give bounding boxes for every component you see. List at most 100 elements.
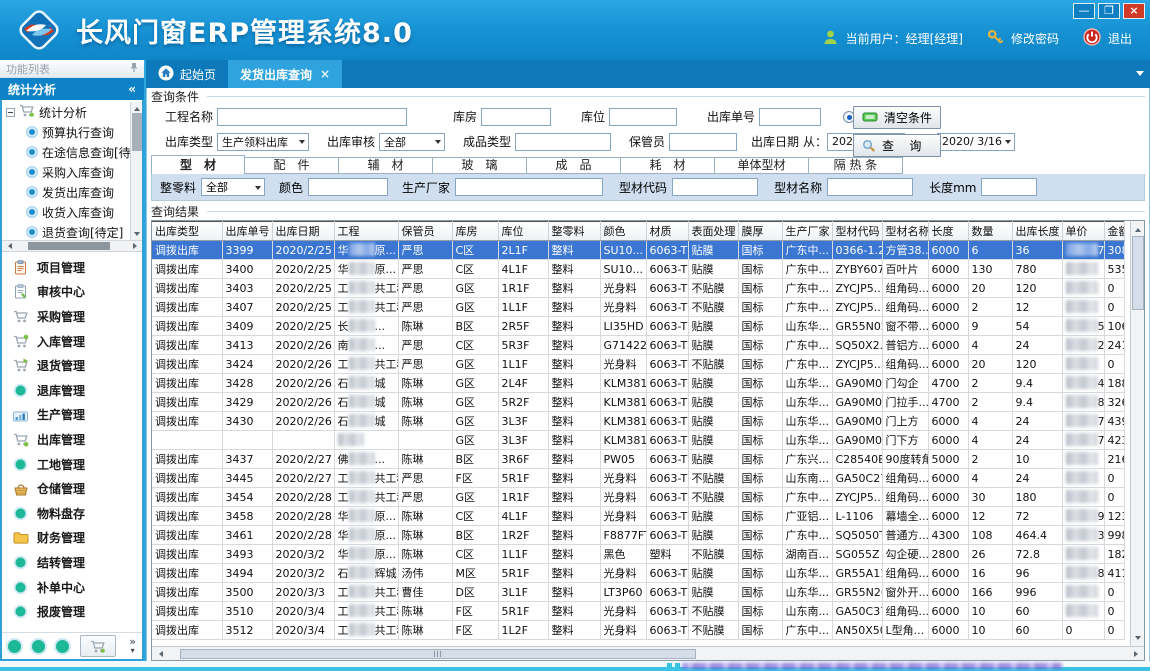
sidebar-item-warehouse-mgmt[interactable]: 仓储管理 — [2, 476, 142, 501]
tab-close-icon[interactable]: × — [320, 67, 330, 81]
material-tab-1[interactable]: 配 件 — [245, 157, 339, 174]
product-type-input[interactable] — [515, 133, 611, 151]
table-row[interactable]: 调拨出库34072020/2/25工共工程严思G区1L1F整料光身料6063-T… — [152, 298, 1124, 317]
logout-link[interactable]: 退出 — [1108, 30, 1132, 47]
tab-shipment-outbound-query[interactable]: 发货出库查询 × — [228, 60, 342, 88]
column-header-15[interactable]: 长度 — [928, 222, 968, 241]
column-header-2[interactable]: 出库日期 — [272, 222, 334, 241]
table-row[interactable]: 调拨出库34372020/2/27佛...陈琳B区3R6F整料PW056063-… — [152, 450, 1124, 469]
table-row[interactable]: 调拨出库34092020/2/25长...陈琳B区2R5F整料LI35HD606… — [152, 317, 1124, 336]
tree-vscroll-thumb[interactable] — [132, 113, 142, 151]
clear-conditions-button[interactable]: 清空条件 — [853, 106, 941, 129]
sidebar-item-returns-mgmt[interactable]: 退货管理 — [2, 353, 142, 378]
menu-overflow-chevron[interactable]: »▾ — [129, 638, 136, 655]
column-header-3[interactable]: 工程 — [334, 222, 398, 241]
sidebar-item-carryover-mgmt[interactable]: 结转管理 — [2, 550, 142, 575]
table-row[interactable]: 调拨出库34282020/2/26石城陈琳G区2L4F整料KLM38176063… — [152, 374, 1124, 393]
outbound-order-no-input[interactable] — [759, 108, 821, 126]
minimize-button[interactable]: — — [1073, 3, 1095, 19]
material-tab-0[interactable]: 型 材 — [151, 155, 245, 174]
column-header-13[interactable]: 型材代码 — [832, 222, 882, 241]
module-dot-icon-1[interactable] — [8, 640, 21, 653]
sidebar-item-return-store-mgmt[interactable]: 退库管理 — [2, 378, 142, 403]
color-input[interactable] — [308, 178, 388, 196]
tree-hscroll-thumb[interactable] — [28, 242, 110, 250]
sidebar-item-site-mgmt[interactable]: 工地管理 — [2, 452, 142, 477]
table-row[interactable]: 调拨出库35002020/3/3工共工程曹佳D区3L1F整料LT3P606063… — [152, 583, 1124, 602]
column-header-11[interactable]: 膜厚 — [738, 222, 782, 241]
column-header-14[interactable]: 型材名称 — [882, 222, 928, 241]
column-header-6[interactable]: 库位 — [498, 222, 548, 241]
tree-horizontal-scrollbar[interactable] — [2, 240, 142, 252]
tree-item-budget-execution-query[interactable]: 预算执行查询 — [2, 122, 142, 142]
table-row[interactable]: 调拨出库34932020/3/2华原...陈琳C区1L1F整料黑色塑料不贴膜国标… — [152, 545, 1124, 564]
material-tab-2[interactable]: 辅 材 — [339, 157, 433, 174]
column-header-17[interactable]: 出库长度 — [1012, 222, 1062, 241]
table-row[interactable]: 调拨出库34002020/2/25华原...严思C区4L1F整料SU10...6… — [152, 260, 1124, 279]
table-row[interactable]: 调拨出库34032020/2/25工共工程严思G区1R1F整料光身料6063-T… — [152, 279, 1124, 298]
column-header-10[interactable]: 表面处理 — [688, 222, 738, 241]
tree-item-in-transit-info-query[interactable]: 在途信息查询[待 — [2, 142, 142, 162]
column-header-12[interactable]: 生产厂家 — [782, 222, 832, 241]
table-row[interactable]: 调拨出库34242020/2/26工共工程严思G区1L1F整料光身料6063-T… — [152, 355, 1124, 374]
material-tab-3[interactable]: 玻 璃 — [433, 157, 527, 174]
module-cart-button[interactable] — [80, 635, 116, 657]
module-dot-icon-2[interactable] — [32, 640, 45, 653]
table-horizontal-scrollbar[interactable] — [152, 646, 1144, 660]
sidebar-item-production-mgmt[interactable]: 生产管理 — [2, 403, 142, 428]
sidebar-item-audit-center[interactable]: 审核中心 — [2, 280, 142, 305]
whole-part-select[interactable]: 全部 — [201, 178, 265, 196]
table-row[interactable]: G区3L3F整料KLM38176063-T5贴膜国标山东华...GA90M09.… — [152, 431, 1124, 450]
tree-item-receipt-inbound-query[interactable]: 收货入库查询 — [2, 202, 142, 222]
tab-overflow-caret[interactable] — [1136, 71, 1144, 80]
column-header-0[interactable]: 出库类型 — [152, 222, 222, 241]
tree-root-statistics[interactable]: 统计分析 — [2, 102, 142, 122]
table-row[interactable]: 调拨出库34292020/2/26石城陈琳G区5R2F整料KLM38176063… — [152, 393, 1124, 412]
change-password-link[interactable]: 修改密码 — [1011, 30, 1059, 47]
column-header-18[interactable]: 单价 — [1062, 222, 1104, 241]
audit-select[interactable]: 全部 — [379, 133, 445, 151]
profile-code-input[interactable] — [672, 178, 758, 196]
tree-item-shipment-outbound-query[interactable]: 发货出库查询 — [2, 182, 142, 202]
sidebar-item-outbound-mgmt[interactable]: 出库管理 — [2, 427, 142, 452]
material-tab-4[interactable]: 成 品 — [527, 157, 621, 174]
column-header-1[interactable]: 出库单号 — [222, 222, 272, 241]
location-input[interactable] — [609, 108, 677, 126]
tab-home[interactable]: 起始页 — [146, 60, 228, 88]
collapse-icon[interactable]: « — [128, 82, 136, 96]
column-header-16[interactable]: 数量 — [968, 222, 1012, 241]
tree-expand-icon[interactable] — [6, 108, 15, 117]
sidebar-item-inbound-mgmt[interactable]: 入库管理 — [2, 329, 142, 354]
table-row[interactable]: 调拨出库33992020/2/25华原...严思C区2L1F整料SU10...6… — [152, 241, 1124, 260]
keeper-input[interactable] — [669, 133, 737, 151]
sidebar-item-purchase-mgmt[interactable]: 采购管理 — [2, 304, 142, 329]
search-button[interactable]: 查 询 — [853, 134, 941, 157]
outbound-type-select[interactable]: 生产领料出库 — [217, 133, 309, 151]
warehouse-input[interactable] — [481, 108, 551, 126]
material-tab-6[interactable]: 单体型材 — [715, 157, 809, 174]
column-header-19[interactable]: 金额 — [1104, 222, 1124, 241]
table-row[interactable]: 调拨出库34452020/2/27工共工程严思F区5R1F整料光身料6063-T… — [152, 469, 1124, 488]
sidebar-item-project-mgmt[interactable]: 项目管理 — [2, 255, 142, 280]
table-row[interactable]: 调拨出库35102020/3/4工共工程陈琳F区5R1F整料光身料6063-T5… — [152, 602, 1124, 621]
sidebar-item-finance-mgmt[interactable]: 财务管理 — [2, 526, 142, 551]
material-tab-5[interactable]: 耗 材 — [621, 157, 715, 174]
table-row[interactable]: 调拨出库34542020/2/28工共工程严思G区1R1F整料光身料6063-T… — [152, 488, 1124, 507]
column-header-5[interactable]: 库房 — [452, 222, 498, 241]
column-header-4[interactable]: 保管员 — [398, 222, 452, 241]
tree-item-purchase-inbound-query[interactable]: 采购入库查询 — [2, 162, 142, 182]
table-vscroll-thumb[interactable] — [1132, 236, 1144, 310]
maximize-button[interactable]: ❐ — [1098, 3, 1120, 19]
sidebar-section-header[interactable]: 统计分析 « — [0, 78, 144, 100]
length-input[interactable] — [981, 178, 1037, 196]
table-row[interactable]: 调拨出库34582020/2/28华原...陈琳C区4L1F整料光身料6063-… — [152, 507, 1124, 526]
table-row[interactable]: 调拨出库34612020/2/28华原...陈琳B区1R2F整料F8877FT6… — [152, 526, 1124, 545]
profile-name-input[interactable] — [827, 178, 913, 196]
column-header-8[interactable]: 颜色 — [600, 222, 646, 241]
manufacturer-input[interactable] — [455, 178, 603, 196]
pin-icon[interactable] — [130, 62, 138, 76]
tree-vertical-scrollbar[interactable] — [130, 102, 142, 240]
sidebar-item-inventory-count[interactable]: 物料盘存 — [2, 501, 142, 526]
project-name-input[interactable] — [217, 108, 407, 126]
column-header-9[interactable]: 材质 — [646, 222, 688, 241]
